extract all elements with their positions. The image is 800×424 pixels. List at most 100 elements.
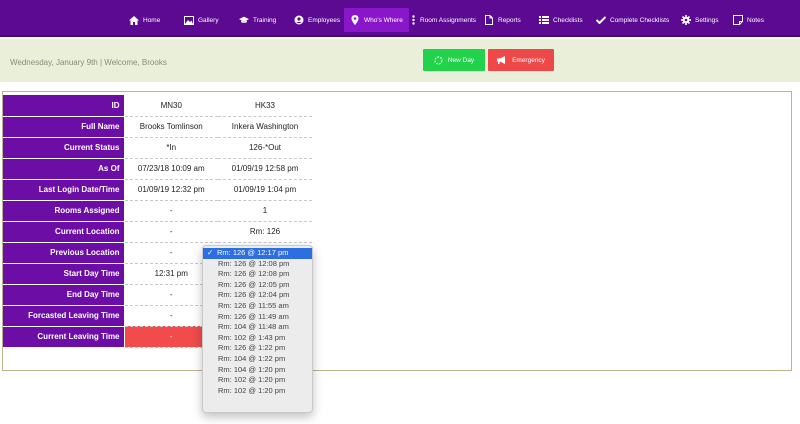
row-label: ID (3, 95, 125, 117)
table-row: As Of 07/23/18 10:09 am 01/09/19 12:58 pm (3, 158, 312, 180)
dropdown-option-label: Rm: 126 @ 12:08 pm (218, 269, 290, 279)
dropdown-option-label: Rm: 126 @ 11:49 am (218, 311, 289, 321)
table-row: ID MN30 HK33 (3, 95, 312, 117)
dropdown-option[interactable]: Rm: 104 @ 1:20 pm (203, 365, 312, 376)
cell-employee-2: 01/09/19 1:04 pm (218, 179, 312, 201)
nav-whos-where-label: Who's Where (364, 16, 403, 24)
cell-employee-1: - (124, 221, 218, 243)
image-icon (184, 15, 194, 25)
previous-location-dropdown[interactable]: ✓ Rm: 126 @ 12:17 pm Rm: 126 @ 12:08 pm Rm:… (202, 245, 313, 413)
nav-whos-where[interactable]: Who's Where (344, 8, 409, 32)
gear-icon (681, 15, 691, 25)
cell-employee-1: 01/09/19 12:32 pm (124, 179, 218, 201)
row-label: Previous Location (3, 242, 125, 264)
dropdown-option-label: Rm: 104 @ 1:20 pm (218, 364, 286, 374)
nav-gallery-label: Gallery (198, 16, 219, 24)
table-row: Last Login Date/Time 01/09/19 12:32 pm 01/… (3, 179, 312, 201)
top-nav: Home Gallery Training Employees Who's Wh… (0, 0, 800, 37)
dropdown-option[interactable]: Rm: 126 @ 1:22 pm (203, 343, 312, 354)
note-icon (733, 15, 743, 25)
sub-header: Wednesday, January 9th | Welcome, Brooks (0, 39, 800, 82)
checkmark-icon (596, 15, 606, 25)
dropdown-option[interactable]: Rm: 102 @ 1:20 pm (203, 375, 312, 386)
dropdown-option[interactable]: Rm: 126 @ 12:05 pm (203, 280, 312, 291)
dropdown-option[interactable]: Rm: 102 @ 1:20 pm (203, 386, 312, 397)
cell-employee-2: Rm: 126 (218, 221, 312, 243)
cell-employee-2: 01/09/19 12:58 pm (218, 158, 312, 180)
nav-notes-label: Notes (747, 16, 764, 24)
row-label: Current Leaving Time (3, 326, 125, 348)
home-icon (129, 15, 139, 25)
dropdown-option-label: Rm: 102 @ 1:43 pm (218, 332, 286, 342)
nav-settings-label: Settings (695, 16, 719, 24)
nav-home[interactable]: Home (129, 9, 160, 31)
dropdown-option-label: Rm: 102 @ 1:20 pm (218, 385, 286, 395)
table-row: Current Status *In 126-*Out (3, 137, 312, 159)
nav-employees[interactable]: Employees (294, 9, 340, 31)
cell-employee-2: 1 (218, 200, 312, 222)
dropdown-option[interactable]: ✓ Rm: 126 @ 12:17 pm (203, 248, 312, 259)
nav-complete-checklists-label: Complete Checklists (610, 16, 670, 24)
dropdown-option-label: Rm: 102 @ 1:20 pm (218, 375, 286, 385)
dropdown-option-label: Rm: 104 @ 11:48 am (218, 322, 289, 332)
nav-checklists-label: Checklists (553, 16, 583, 24)
row-label: As Of (3, 158, 125, 180)
nav-gallery[interactable]: Gallery (184, 9, 219, 31)
row-label: Current Status (3, 137, 125, 159)
megaphone-icon (497, 56, 507, 64)
cell-employee-1: 07/23/18 10:09 am (124, 158, 218, 180)
nav-settings[interactable]: Settings (681, 9, 719, 31)
emergency-label: Emergency (512, 56, 545, 64)
dropdown-option-label: Rm: 126 @ 12:08 pm (218, 258, 290, 268)
dropdown-option[interactable]: Rm: 104 @ 1:22 pm (203, 354, 312, 365)
graduation-cap-icon (239, 15, 249, 25)
cell-employee-2: Inkera Washington (218, 116, 312, 138)
nav-notes[interactable]: Notes (733, 9, 764, 31)
nav-reports-label: Reports (498, 16, 521, 24)
row-label: Last Login Date/Time (3, 179, 125, 201)
nav-complete-checklists[interactable]: Complete Checklists (596, 9, 669, 31)
dropdown-option[interactable]: Rm: 126 @ 12:08 pm (203, 269, 312, 280)
emergency-button[interactable]: Emergency (488, 49, 554, 71)
nav-reports[interactable]: Reports (484, 9, 521, 31)
table-row: Current Location - Rm: 126 (3, 221, 312, 243)
nav-room-assignments[interactable]: Room Assignments (411, 9, 476, 31)
map-pin-icon (350, 15, 360, 25)
cell-employee-2: 126-*Out (218, 137, 312, 159)
row-label: Rooms Assigned (3, 200, 125, 222)
dropdown-option-label: Rm: 104 @ 1:22 pm (218, 353, 286, 363)
dropdown-option[interactable]: Rm: 126 @ 11:49 am (203, 312, 312, 323)
dropdown-option[interactable]: Rm: 126 @ 11:55 am (203, 301, 312, 312)
document-icon (484, 15, 494, 25)
user-circle-icon (294, 15, 304, 25)
table-row: Full Name Brooks Tomlinson Inkera Washingt… (3, 116, 312, 138)
dropdown-option-label: Rm: 126 @ 11:55 am (218, 300, 289, 310)
row-label: Full Name (3, 116, 125, 138)
row-label: End Day Time (3, 284, 125, 306)
dropdown-option-label: Rm: 126 @ 12:05 pm (218, 279, 290, 289)
dropdown-option-label: Rm: 126 @ 12:04 pm (218, 290, 290, 300)
list-icon (539, 15, 549, 25)
nav-room-assignments-label: Room Assignments (420, 16, 476, 24)
vertical-dots-icon (411, 15, 416, 25)
new-day-label: New Day (447, 56, 475, 64)
dropdown-option-label: Rm: 126 @ 1:22 pm (218, 343, 286, 353)
nav-employees-label: Employees (308, 16, 341, 24)
dropdown-option-label: Rm: 126 @ 12:17 pm (217, 248, 289, 257)
nav-training-label: Training (253, 16, 277, 24)
cell-employee-2: HK33 (218, 95, 312, 117)
row-label: Forcasted Leaving Time (3, 305, 125, 327)
dropdown-option[interactable]: Rm: 104 @ 11:48 am (203, 322, 312, 333)
greeting-text: Wednesday, January 9th | Welcome, Brooks (10, 58, 167, 67)
row-label: Start Day Time (3, 263, 125, 285)
cell-employee-1: - (124, 200, 218, 222)
dropdown-option[interactable]: Rm: 126 @ 12:08 pm (203, 259, 312, 270)
nav-training[interactable]: Training (239, 9, 276, 31)
nav-checklists[interactable]: Checklists (539, 9, 583, 31)
dropdown-option[interactable]: Rm: 102 @ 1:43 pm (203, 333, 312, 344)
refresh-icon (434, 56, 443, 65)
new-day-button[interactable]: New Day (423, 49, 485, 71)
dropdown-option[interactable]: Rm: 126 @ 12:04 pm (203, 290, 312, 301)
nav-home-label: Home (143, 16, 161, 24)
cell-employee-1: Brooks Tomlinson (124, 116, 218, 138)
